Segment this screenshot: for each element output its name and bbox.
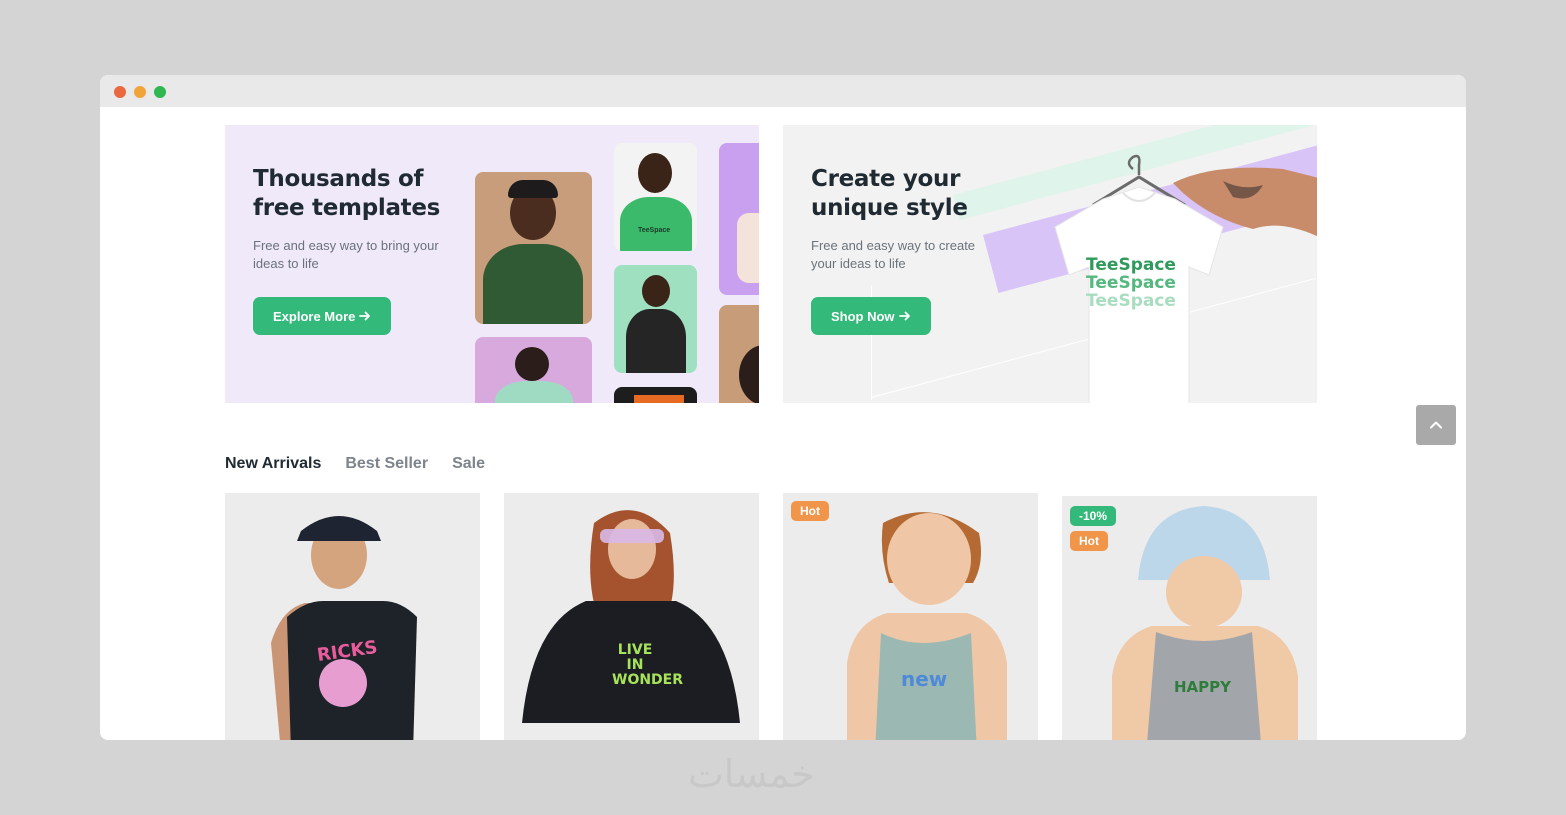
tshirt-print-line: TeeSpace <box>1086 255 1176 275</box>
product-card[interactable]: LIVE IN WONDER <box>504 493 759 740</box>
arrow-right-icon <box>359 311 371 321</box>
product-print-text: HAPPY <box>1174 678 1232 696</box>
browser-window: Thousands of free templates Free and eas… <box>100 75 1466 740</box>
product-card[interactable]: RICKS <box>225 493 480 740</box>
close-window-dot[interactable] <box>114 86 126 98</box>
style-banner-description: Free and easy way to create your ideas t… <box>811 238 976 271</box>
hot-badge: Hot <box>1070 531 1108 551</box>
product-image <box>522 510 740 723</box>
templates-banner: Thousands of free templates Free and eas… <box>225 125 759 403</box>
model-thumbnail[interactable] <box>614 265 697 373</box>
scroll-to-top-button[interactable] <box>1416 405 1456 445</box>
chevron-up-icon <box>1430 421 1442 429</box>
window-titlebar <box>100 75 1466 107</box>
product-image <box>847 512 1007 740</box>
model-thumbnail[interactable] <box>475 172 592 324</box>
product-print-text: new <box>901 667 948 691</box>
tshirt-print-line: TeeSpace <box>1086 273 1176 293</box>
tab-best-seller[interactable]: Best Seller <box>345 455 428 473</box>
tshirt-print: TeeSpace TeeSpace TeeSpace <box>1081 256 1181 310</box>
minimize-window-dot[interactable] <box>134 86 146 98</box>
watermark-logo: خمسات <box>688 752 815 796</box>
model-thumbnail[interactable]: TeeSpace <box>614 143 697 251</box>
model-thumbnail[interactable] <box>719 143 759 295</box>
shop-now-label: Shop Now <box>831 308 895 324</box>
style-banner-title: Create your unique style <box>811 166 968 221</box>
explore-more-button[interactable]: Explore More <box>253 297 392 335</box>
product-tabs: New Arrivals Best Seller Sale <box>225 455 485 473</box>
explore-more-label: Explore More <box>273 308 356 324</box>
thumbnail-print-text: TeeSpace <box>638 227 671 234</box>
model-thumbnail[interactable] <box>475 337 592 403</box>
shop-now-button[interactable]: Shop Now <box>811 297 931 335</box>
templates-banner-title: Thousands of free templates <box>253 166 441 221</box>
maximize-window-dot[interactable] <box>154 86 166 98</box>
style-banner: Create your unique style Free and easy w… <box>783 125 1317 403</box>
tab-sale[interactable]: Sale <box>452 455 485 473</box>
product-image <box>271 516 417 740</box>
tab-new-arrivals[interactable]: New Arrivals <box>225 455 321 473</box>
product-card[interactable]: new Hot <box>783 493 1038 740</box>
model-thumbnail[interactable] <box>719 305 759 403</box>
hot-badge: Hot <box>791 501 829 521</box>
arrow-right-icon <box>898 311 910 321</box>
model-thumbnail[interactable] <box>614 387 697 403</box>
tshirt-print-line: TeeSpace <box>1086 291 1176 311</box>
product-print-text: LIVE IN WONDER <box>612 642 684 688</box>
templates-banner-description: Free and easy way to bring your ideas to… <box>253 238 439 271</box>
discount-badge: -10% <box>1070 506 1117 526</box>
product-card[interactable]: HAPPY -10% Hot <box>1062 496 1317 740</box>
